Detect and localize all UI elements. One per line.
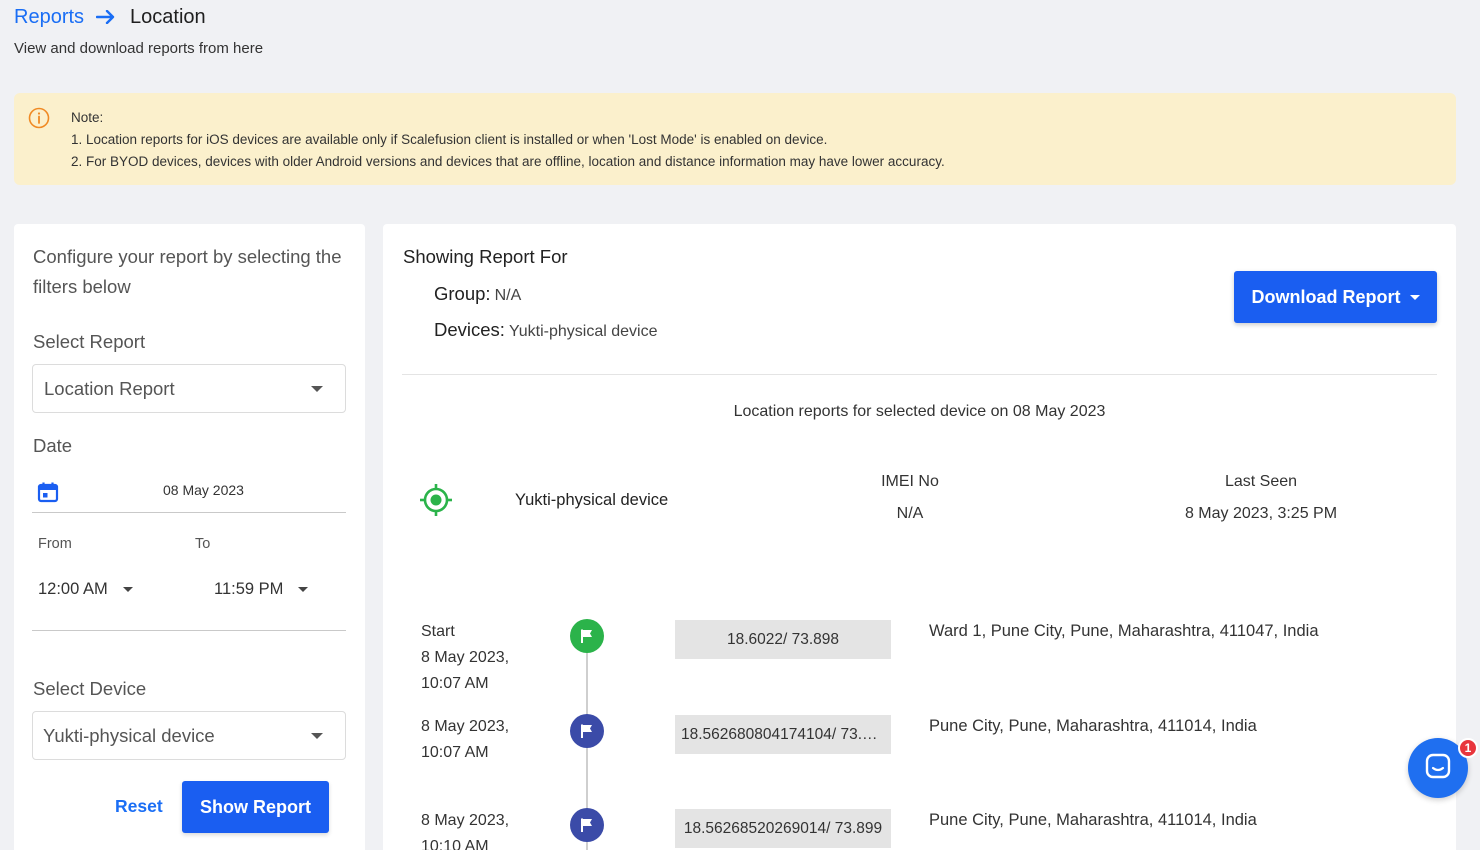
report-panel: Showing Report For Group: N/A Devices: Yuk… — [383, 224, 1456, 850]
report-title: Showing Report For — [403, 246, 568, 267]
coordinates-box[interactable]: 18.6022/ 73.898 — [675, 620, 891, 659]
chat-icon — [1424, 752, 1452, 785]
from-time-select[interactable]: 12:00 AM — [38, 580, 133, 599]
entry-address: Pune City, Pune, Maharashtra, 411014, In… — [929, 811, 1257, 829]
note-line-2: 2. For BYOD devices, devices with older … — [71, 154, 945, 169]
download-report-label: Download Report — [1251, 286, 1401, 307]
entry-address: Pune City, Pune, Maharashtra, 411014, In… — [929, 717, 1257, 735]
notification-badge: 1 — [1458, 738, 1478, 758]
show-report-button[interactable]: Show Report — [182, 781, 329, 833]
device-name: Yukti-physical device — [515, 491, 669, 509]
breadcrumb: Reports Location — [14, 4, 263, 30]
coordinates-value: 18.56268520269014/ 73.899 — [683, 819, 883, 837]
entry-time: 10:07 AM — [421, 744, 489, 761]
devices-value: Yukti-physical device — [508, 323, 658, 340]
entry-address: Ward 1, Pune City, Pune, Maharashtra, 41… — [929, 622, 1319, 640]
arrow-right-icon — [96, 10, 116, 24]
to-time-select[interactable]: 11:59 PM — [214, 580, 309, 599]
calendar-icon — [37, 481, 59, 508]
group-value: N/A — [494, 287, 522, 304]
flag-icon — [570, 714, 604, 748]
coordinates-value: 18.6022/ 73.898 — [726, 630, 840, 648]
devices-label: Devices: — [434, 319, 505, 340]
select-device-label: Select Device — [33, 678, 147, 699]
divider — [32, 630, 346, 631]
report-caption: Location reports for selected device on … — [733, 403, 1106, 420]
group-label: Group: — [434, 283, 491, 304]
last-seen-info: Last Seen 8 May 2023, 3:25 PM — [1161, 466, 1361, 530]
note-title: Note: — [71, 110, 104, 125]
note-line-1: 1. Location reports for iOS devices are … — [71, 132, 828, 147]
entry-date: 8 May 2023, — [421, 649, 510, 666]
entry-date: 8 May 2023, — [421, 812, 510, 829]
breadcrumb-reports-link[interactable]: Reports — [14, 6, 84, 29]
caret-down-icon — [1409, 295, 1420, 300]
coordinates-box[interactable]: 18.56268520269014/ 73.899 — [675, 809, 891, 848]
imei-label: IMEI No — [881, 473, 939, 490]
select-report-value: Location Report — [44, 377, 175, 399]
select-device-value: Yukti-physical device — [43, 724, 215, 746]
date-value: 08 May 2023 — [163, 482, 244, 498]
filters-panel: Configure your report by selecting the f… — [14, 224, 365, 850]
divider — [402, 374, 1437, 375]
from-label: From — [38, 536, 72, 552]
flag-icon — [570, 808, 604, 842]
timeline-entry-time: 8 May 2023, 10:07 AM — [421, 714, 509, 766]
page-header: Reports Location View and download repor… — [14, 4, 264, 58]
date-label: Date — [33, 435, 73, 456]
page-title: Location — [130, 5, 206, 28]
chevron-down-icon — [311, 386, 323, 392]
chevron-down-icon — [122, 587, 133, 592]
page-subtitle: View and download reports from here — [14, 40, 264, 57]
location-target-icon — [419, 483, 453, 522]
select-report-dropdown[interactable]: Location Report — [32, 364, 346, 413]
select-device-dropdown[interactable]: Yukti-physical device — [32, 711, 346, 760]
to-time-value: 11:59 PM — [214, 580, 284, 598]
select-report-label: Select Report — [33, 331, 146, 352]
start-flag-icon — [570, 619, 604, 653]
entry-date: 8 May 2023, — [421, 718, 510, 735]
chevron-down-icon — [298, 587, 309, 592]
from-time-value: 12:00 AM — [38, 580, 108, 598]
to-label: To — [195, 536, 211, 552]
note-banner: Note: 1. Location reports for iOS device… — [14, 93, 1456, 185]
timeline-entry-time: 8 May 2023, 10:10 AM — [421, 808, 509, 850]
imei-info: IMEI No N/A — [860, 466, 960, 530]
coordinates-box[interactable]: 18.562680804174104/ 73.899 — [675, 715, 891, 754]
entry-time: 10:10 AM — [421, 838, 489, 850]
filters-intro: Configure your report by selecting the f… — [33, 246, 342, 297]
chevron-down-icon — [311, 733, 323, 739]
report-devices: Devices: Yukti-physical device — [434, 319, 657, 341]
coordinates-value: 18.562680804174104/ 73.899 — [681, 725, 885, 743]
entry-start-label: Start — [421, 623, 455, 640]
last-seen-label: Last Seen — [1224, 473, 1298, 490]
imei-value: N/A — [896, 505, 924, 522]
info-icon — [28, 107, 50, 134]
report-group: Group: N/A — [434, 283, 521, 305]
last-seen-value: 8 May 2023, 3:25 PM — [1184, 505, 1338, 522]
reset-button[interactable]: Reset — [115, 796, 163, 817]
download-report-button[interactable]: Download Report — [1234, 271, 1437, 323]
entry-time: 10:07 AM — [421, 675, 489, 692]
date-picker[interactable]: 08 May 2023 — [32, 468, 346, 513]
timeline-entry-time: Start 8 May 2023, 10:07 AM — [421, 619, 509, 697]
